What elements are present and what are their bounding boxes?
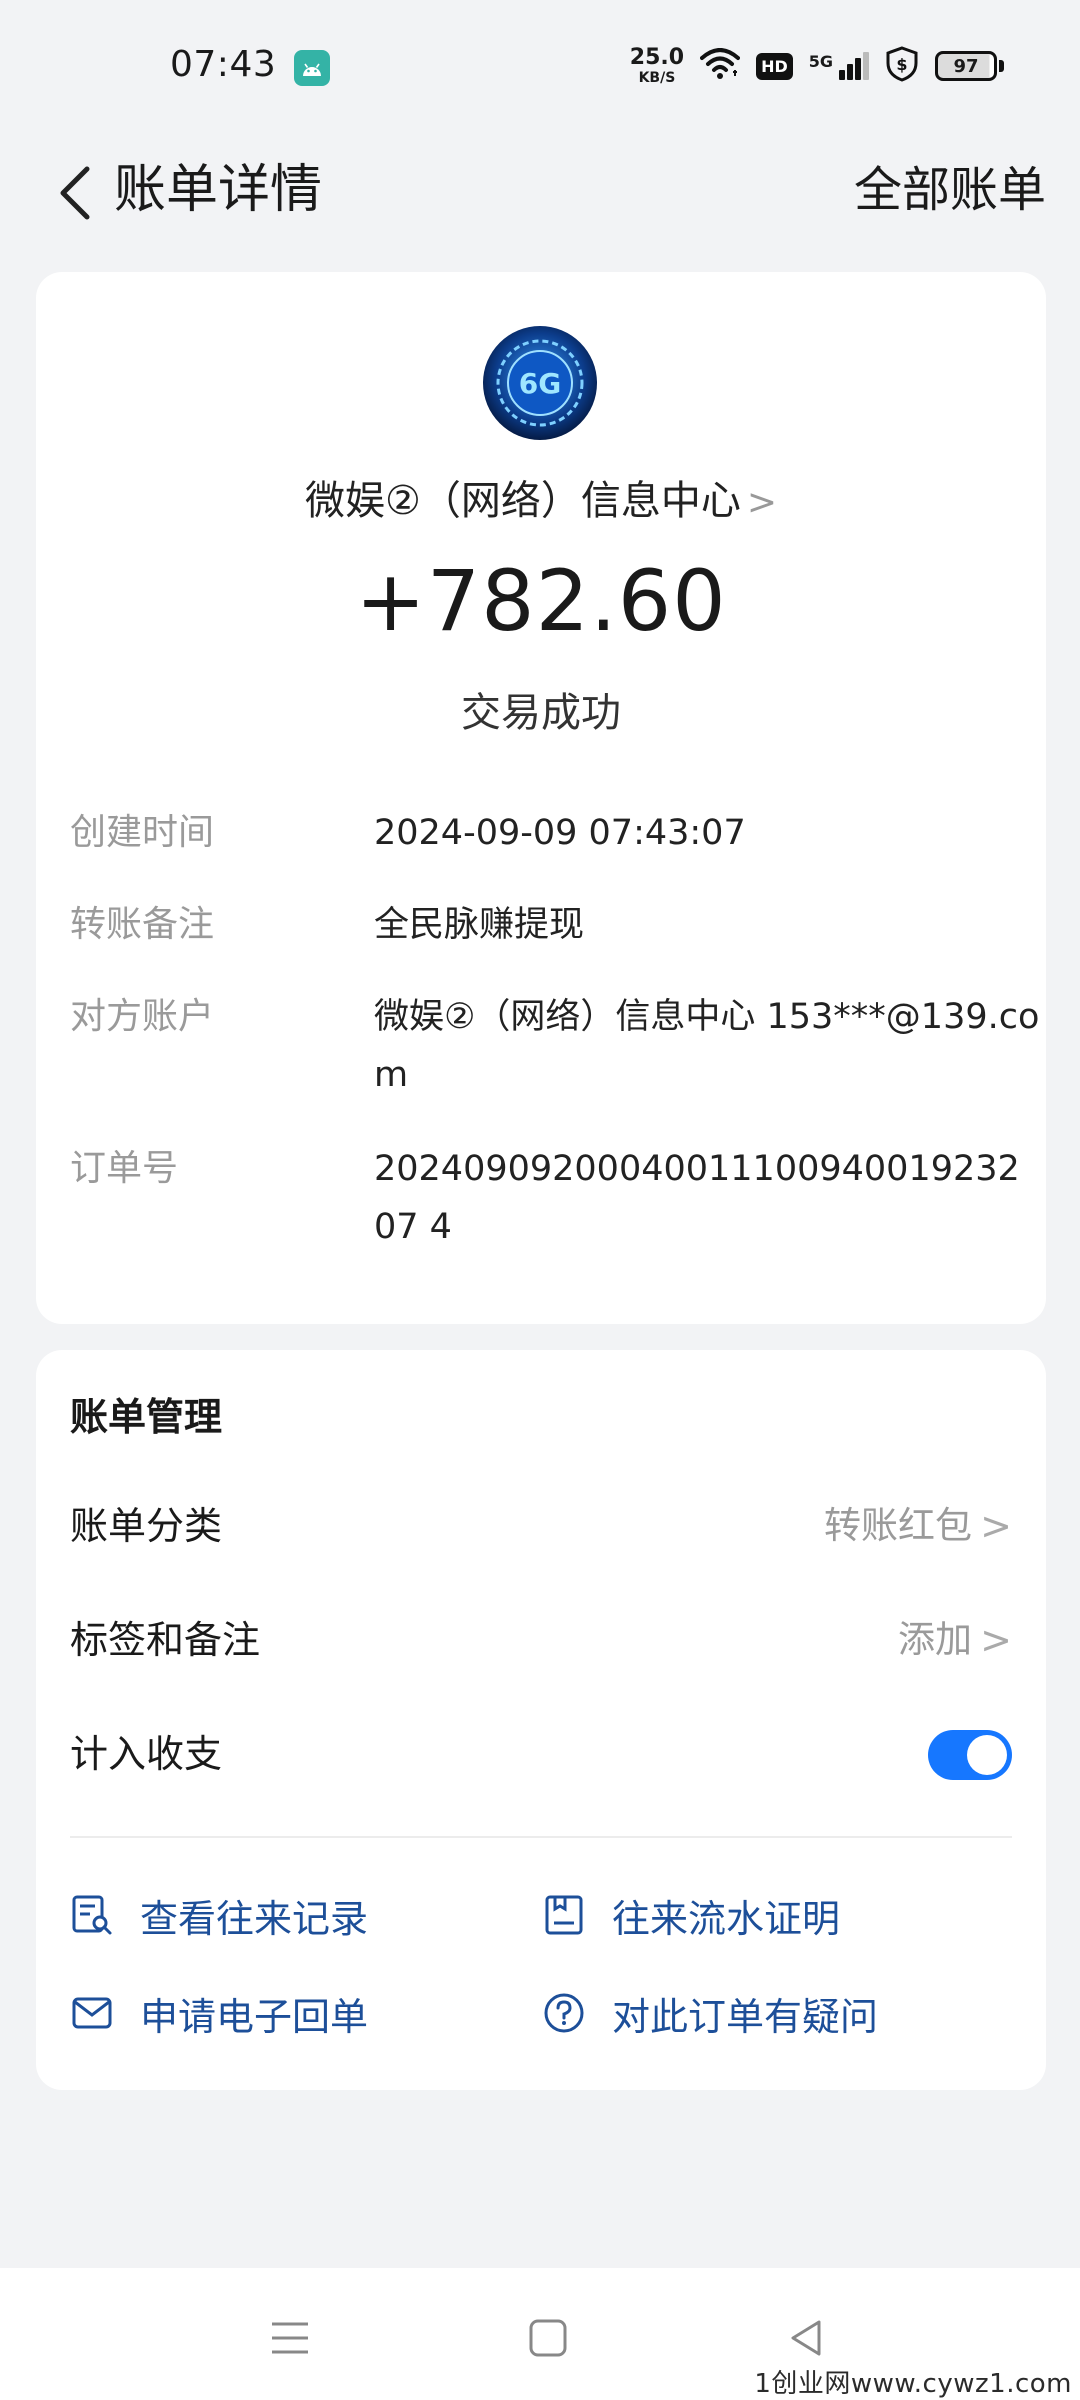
transaction-amount: +782.60 [355, 552, 727, 650]
action-label: 查看往来记录 [140, 1896, 369, 1941]
question-icon [544, 1993, 584, 2033]
svg-text:$: $ [896, 55, 907, 74]
net-speed-value: 25.0 [629, 45, 685, 70]
signal-icon: 5G [809, 52, 869, 80]
home-square-icon [529, 2319, 567, 2357]
system-nav-bar: 1创业网www.cywz1.com [0, 2268, 1080, 2400]
menu-nav-button[interactable] [260, 2308, 320, 2368]
row-value: 添加 [898, 1618, 972, 1661]
bill-manage-card: 账单管理 账单分类 转账红包 > 标签和备注 添加 > 计入收支 查看往来记录 … [36, 1350, 1046, 2090]
action-label: 申请电子回单 [140, 1994, 369, 2039]
action-label: 往来流水证明 [612, 1896, 841, 1941]
detail-value: 微娱②（网络）信息中心 153***@139.com [374, 997, 1040, 1095]
android-icon [294, 50, 330, 86]
network-type: 5G [808, 52, 833, 71]
net-speed-unit: KB/S [638, 70, 676, 86]
status-bar: 07:43 25.0 KB/S HD 5G $ 97 [0, 0, 1080, 140]
detail-label: 订单号 [70, 1148, 179, 1189]
section-title: 账单管理 [70, 1395, 223, 1439]
battery-icon: 97 [935, 51, 1004, 81]
app-header: 账单详情 全部账单 [0, 140, 1080, 290]
statement-icon [545, 1895, 583, 1935]
row-label: 标签和备注 [70, 1618, 261, 1662]
count-income-toggle[interactable] [928, 1730, 1012, 1780]
transaction-card: 6G 微娱②（网络）信息中心 > +782.60 交易成功 创建时间 2024-0… [36, 272, 1046, 1324]
back-nav-button[interactable] [776, 2308, 836, 2368]
chevron-right-icon: > [980, 1504, 1012, 1548]
count-income-row: 计入收支 [70, 1714, 1012, 1794]
divider [70, 1836, 1012, 1838]
wifi-icon [700, 48, 741, 84]
merchant-name: 微娱②（网络）信息中心 [304, 478, 741, 524]
status-time: 07:43 [170, 44, 277, 85]
detail-value: 2024090920004001110094001923207 4 [374, 1149, 1020, 1247]
statement-proof-button[interactable]: 往来流水证明 [542, 1880, 840, 1950]
transaction-status: 交易成功 [461, 690, 621, 736]
all-bills-link[interactable]: 全部账单 [854, 150, 1046, 230]
battery-level: 97 [935, 51, 997, 81]
detail-value: 全民脉赚提现 [374, 905, 585, 945]
row-label: 计入收支 [70, 1732, 223, 1776]
view-records-button[interactable]: 查看往来记录 [70, 1880, 368, 1950]
page-title: 账单详情 [114, 160, 323, 220]
detail-value: 2024-09-09 07:43:07 [374, 813, 746, 853]
status-icons: 25.0 KB/S HD 5G $ 97 [630, 46, 1004, 86]
row-label: 账单分类 [70, 1504, 223, 1548]
action-label: 对此订单有疑问 [612, 1994, 879, 2039]
search-record-icon [72, 1895, 112, 1935]
tags-notes-row[interactable]: 标签和备注 添加 > [70, 1600, 1012, 1680]
detail-label: 创建时间 [70, 812, 215, 853]
menu-icon [272, 2322, 308, 2354]
hd-badge: HD [756, 52, 793, 80]
home-nav-button[interactable] [518, 2308, 578, 2368]
detail-label: 转账备注 [70, 904, 215, 945]
order-question-button[interactable]: 对此订单有疑问 [542, 1978, 878, 2048]
row-value: 转账红包 [824, 1504, 972, 1547]
chevron-right-icon: > [746, 482, 778, 523]
merchant-name-row[interactable]: 微娱②（网络）信息中心 > [36, 468, 1046, 526]
detail-label: 对方账户 [70, 996, 215, 1037]
net-speed: 25.0 KB/S [629, 45, 685, 86]
back-button[interactable] [30, 148, 120, 238]
chevron-left-icon [60, 166, 90, 220]
chevron-right-icon: > [980, 1618, 1012, 1662]
svg-text:6G: 6G [519, 367, 561, 400]
back-triangle-icon [791, 2320, 821, 2356]
watermark: 1创业网www.cywz1.com [754, 2369, 1072, 2399]
bill-category-row[interactable]: 账单分类 转账红包 > [70, 1486, 1012, 1566]
e-receipt-button[interactable]: 申请电子回单 [70, 1978, 368, 2048]
merchant-logo-icon[interactable]: 6G [481, 324, 599, 442]
mail-icon [72, 1997, 112, 2029]
shield-dollar-icon: $ [885, 46, 919, 86]
